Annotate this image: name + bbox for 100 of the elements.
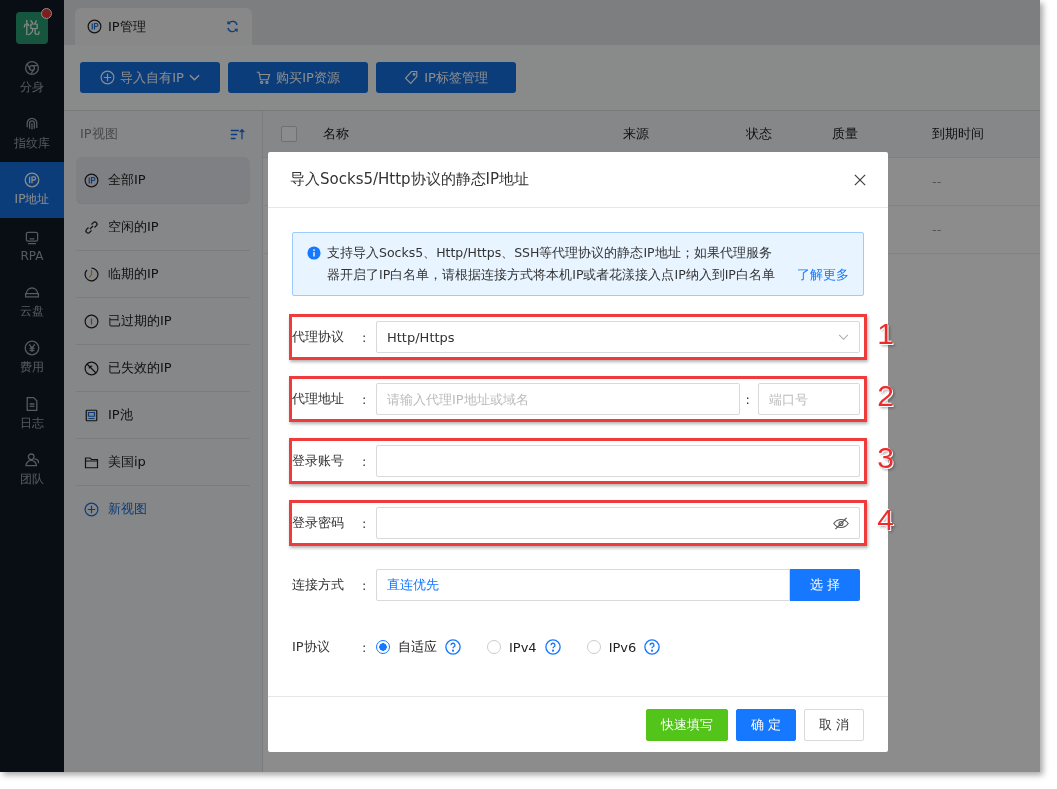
nav-label: 云盘 xyxy=(20,303,44,320)
clock-icon xyxy=(84,266,99,282)
password-field[interactable] xyxy=(376,507,860,539)
input-field[interactable]: 请输入代理IP地址或域名 xyxy=(376,383,740,415)
cloud-icon xyxy=(24,284,40,300)
select-all-checkbox[interactable] xyxy=(281,126,297,142)
help-icon[interactable] xyxy=(445,639,461,655)
colon: : xyxy=(745,391,750,407)
plus-icon xyxy=(84,501,99,517)
view-item[interactable]: 美国ip xyxy=(76,439,250,486)
view-item[interactable]: IP池 xyxy=(76,392,250,439)
port-field[interactable]: 端口号 xyxy=(758,383,860,415)
view-label: 已过期的IP xyxy=(108,312,172,330)
sort-icon[interactable] xyxy=(230,127,246,141)
view-label: IP池 xyxy=(108,406,133,424)
refresh-icon[interactable] xyxy=(225,19,240,34)
colon: : xyxy=(362,577,368,593)
colon: : xyxy=(362,515,368,531)
nav-label: IP地址 xyxy=(14,191,50,208)
colon: : xyxy=(362,453,368,469)
toolbar-button[interactable]: 导入自有IP xyxy=(80,62,220,93)
dialog-button[interactable]: 取 消 xyxy=(803,708,864,741)
close-icon[interactable] xyxy=(854,173,866,186)
view-item[interactable]: 空闲的IP xyxy=(76,204,250,251)
link-icon xyxy=(84,219,99,235)
protocol-select[interactable]: Http/Https xyxy=(376,321,860,353)
view-item[interactable]: 已过期的IP xyxy=(76,298,250,345)
ip-icon xyxy=(24,172,40,188)
column-header: 质量 xyxy=(831,125,859,143)
radio-label: IPv6 xyxy=(608,639,637,655)
colon: : xyxy=(362,329,368,345)
nav-item[interactable]: 分身 xyxy=(0,50,64,106)
input-field[interactable] xyxy=(376,445,860,477)
radio-label: 自适应 xyxy=(398,638,437,656)
notice-text: 支持导入Socks5、Http/Https、SSH等代理协议的静态IP地址；如果代理服务器开启了IP白名单，请根据连接方式将本机IP或者花漾接入点IP纳入到IP白名单 xyxy=(327,244,776,284)
field-label: IP协议 xyxy=(292,638,331,656)
dialog-title: 导入Socks5/Http协议的静态IP地址 xyxy=(290,170,530,189)
dialog-button[interactable]: 确 定 xyxy=(735,708,796,741)
choose-button[interactable]: 选 择 xyxy=(790,569,860,601)
nav-item[interactable]: 指纹库 xyxy=(0,106,64,162)
colon: : xyxy=(362,639,368,655)
tab-label: IP管理 xyxy=(108,17,147,36)
view-label: 空闲的IP xyxy=(108,218,159,236)
view-item[interactable]: 已失效的IP xyxy=(76,345,250,392)
view-item[interactable]: 全部IP xyxy=(76,157,250,204)
view-label: 全部IP xyxy=(108,171,146,189)
colon: : xyxy=(362,391,368,407)
folder-icon xyxy=(84,454,99,470)
nav-label: RPA xyxy=(20,248,44,263)
radio-label: IPv4 xyxy=(509,639,537,655)
column-header: 名称 xyxy=(322,125,350,143)
connection-field[interactable]: 直连优先 xyxy=(376,569,790,601)
ip-pool-icon xyxy=(84,407,99,423)
annotation-number: 4 xyxy=(877,502,894,538)
nav-label: 团队 xyxy=(20,471,44,488)
nav-item[interactable]: 云盘 xyxy=(0,274,64,330)
disabled-icon xyxy=(84,360,99,376)
tag-icon xyxy=(404,70,420,85)
tab[interactable]: IP管理 xyxy=(75,8,252,45)
column-header: 到期时间 xyxy=(931,125,985,143)
column-header: 状态 xyxy=(745,125,773,143)
document-icon xyxy=(24,396,40,412)
info-icon xyxy=(307,246,321,260)
caret-icon xyxy=(838,333,849,341)
robot-icon xyxy=(24,229,40,246)
field-label: 连接方式 xyxy=(292,576,345,594)
learn-more-link[interactable]: 了解更多 xyxy=(797,264,849,286)
toolbar-button[interactable]: IP标签管理 xyxy=(376,62,516,93)
nav-label: 费用 xyxy=(20,359,44,376)
annotation-number: 2 xyxy=(877,378,894,414)
radio-button[interactable] xyxy=(586,640,601,654)
nav-item[interactable]: IP地址 xyxy=(0,162,64,218)
radio-button[interactable] xyxy=(376,640,390,654)
view-item[interactable]: 临期的IP xyxy=(76,251,250,298)
help-icon[interactable] xyxy=(544,639,561,655)
field-label: 登录账号 xyxy=(292,452,345,470)
cart-icon xyxy=(256,70,272,85)
help-icon[interactable] xyxy=(644,639,661,655)
nav-item[interactable]: 费用 xyxy=(0,330,64,386)
view-label: 已失效的IP xyxy=(108,359,172,377)
table-cell-text: -- xyxy=(931,174,942,189)
yen-icon xyxy=(24,340,40,356)
radio-button[interactable] xyxy=(487,640,501,654)
annotation-number: 3 xyxy=(877,440,894,476)
annotation-number: 1 xyxy=(877,316,894,352)
field-label: 登录密码 xyxy=(292,514,345,532)
field-label: 代理协议 xyxy=(292,328,345,346)
user-icon xyxy=(24,452,40,468)
view-label: 临期的IP xyxy=(108,265,159,283)
dialog-button[interactable]: 快速填写 xyxy=(645,708,728,741)
fingerprint-icon xyxy=(24,116,40,132)
hidden-eye-icon[interactable] xyxy=(833,516,849,530)
nav-item[interactable]: 团队 xyxy=(0,442,64,498)
new-view-link[interactable]: 新视图 xyxy=(76,486,250,532)
table-cell-text: -- xyxy=(931,222,942,237)
nav-item[interactable]: 日志 xyxy=(0,386,64,442)
plus-icon xyxy=(100,70,116,85)
toolbar-button[interactable]: 购买IP资源 xyxy=(228,62,368,93)
nav-item[interactable]: RPA xyxy=(0,218,64,274)
ip-icon xyxy=(87,19,102,34)
